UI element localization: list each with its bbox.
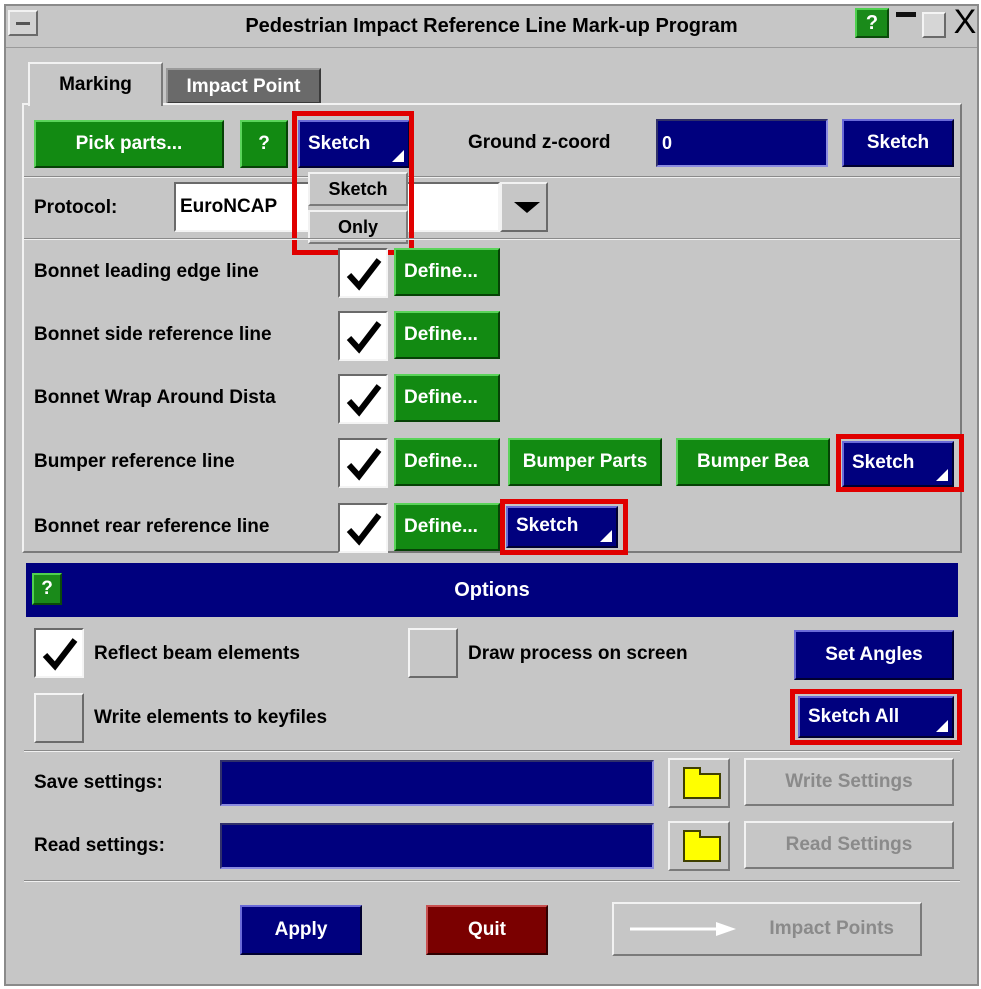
impact-points-label: Impact Points (769, 918, 894, 939)
reflect-beam-checkbox[interactable] (34, 628, 84, 678)
separator (24, 880, 960, 882)
read-settings-field[interactable] (220, 823, 654, 869)
title-bar: Pedestrian Impact Reference Line Mark-up… (6, 6, 977, 48)
separator (24, 176, 960, 178)
quit-button[interactable]: Quit (426, 905, 548, 955)
chevron-down-icon[interactable] (500, 182, 548, 232)
highlight-box (292, 111, 414, 255)
line-label: Bonnet Wrap Around Dista (34, 387, 276, 408)
line-label: Bumper reference line (34, 451, 235, 472)
define-button[interactable]: Define... (394, 374, 500, 422)
ground-z-label: Ground z-coord (468, 132, 611, 153)
ground-sketch-button[interactable]: Sketch (842, 119, 954, 167)
draw-process-label: Draw process on screen (468, 643, 688, 664)
line-checkbox[interactable] (338, 503, 388, 553)
protocol-label: Protocol: (34, 197, 118, 218)
checkmark-icon (346, 321, 382, 354)
write-settings-button[interactable]: Write Settings (744, 758, 954, 806)
highlight-box (500, 499, 628, 555)
checkmark-icon (346, 513, 382, 546)
define-button[interactable]: Define... (394, 311, 500, 359)
line-label: Bonnet rear reference line (34, 516, 270, 537)
separator (24, 238, 960, 240)
checkmark-icon (346, 448, 382, 481)
system-menu-button[interactable] (8, 10, 38, 36)
line-checkbox[interactable] (338, 374, 388, 424)
define-button[interactable]: Define... (394, 503, 500, 551)
save-settings-field[interactable] (220, 760, 654, 806)
window-title: Pedestrian Impact Reference Line Mark-up… (245, 15, 738, 37)
help-button[interactable]: ? (240, 120, 288, 168)
checkmark-icon (42, 638, 78, 671)
line-checkbox[interactable] (338, 311, 388, 361)
minimize-button[interactable] (893, 8, 919, 38)
impact-points-button[interactable]: Impact Points (612, 902, 922, 956)
save-folder-button[interactable] (668, 758, 730, 808)
line-checkbox[interactable] (338, 438, 388, 488)
options-title: Options (454, 579, 530, 601)
define-button[interactable]: Define... (394, 248, 500, 296)
bumper-parts-button[interactable]: Bumper Parts (508, 438, 662, 486)
write-keyfiles-checkbox[interactable] (34, 693, 84, 743)
tab-marking[interactable]: Marking (28, 62, 163, 106)
separator (24, 750, 960, 752)
reflect-beam-label: Reflect beam elements (94, 643, 300, 664)
options-header: Options ? (26, 563, 958, 617)
close-button[interactable]: X (950, 4, 980, 40)
checkmark-icon (346, 258, 382, 291)
folder-icon (683, 767, 721, 799)
checkmark-icon (346, 384, 382, 417)
draw-process-checkbox[interactable] (408, 628, 458, 678)
bumper-beam-button[interactable]: Bumper Bea (676, 438, 830, 486)
options-help-button[interactable]: ? (32, 573, 62, 605)
line-checkbox[interactable] (338, 248, 388, 298)
read-settings-label: Read settings: (34, 835, 165, 856)
define-button[interactable]: Define... (394, 438, 500, 486)
save-settings-label: Save settings: (34, 772, 163, 793)
arrow-right-icon (630, 922, 736, 936)
maximize-button[interactable] (922, 12, 946, 38)
ground-z-input[interactable]: 0 (656, 119, 828, 167)
folder-icon (683, 830, 721, 862)
write-keyfiles-label: Write elements to keyfiles (94, 707, 328, 728)
highlight-box (790, 689, 962, 745)
highlight-box (836, 434, 964, 492)
read-folder-button[interactable] (668, 821, 730, 871)
apply-button[interactable]: Apply (240, 905, 362, 955)
set-angles-button[interactable]: Set Angles (794, 630, 954, 680)
line-label: Bonnet side reference line (34, 324, 272, 345)
line-label: Bonnet leading edge line (34, 261, 259, 282)
read-settings-button[interactable]: Read Settings (744, 821, 954, 869)
tab-impact-point[interactable]: Impact Point (166, 68, 321, 104)
title-help-button[interactable]: ? (855, 8, 889, 38)
pick-parts-button[interactable]: Pick parts... (34, 120, 224, 168)
